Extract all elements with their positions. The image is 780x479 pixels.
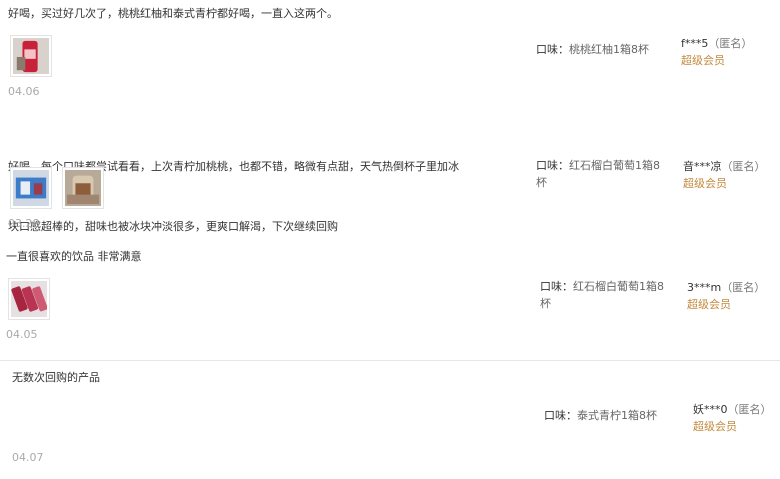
spec-label: 口味： — [536, 159, 569, 172]
product-spec: 口味：泰式青柠1箱8杯 — [544, 407, 684, 424]
review-date: 04.07 — [12, 451, 44, 464]
product-spec: 口味：桃桃红柚1箱8杯 — [536, 41, 676, 58]
spec-value: 泰式青柠1箱8杯 — [577, 409, 657, 422]
spec-value: 桃桃红柚1箱8杯 — [569, 43, 649, 56]
spec-label: 口味： — [536, 43, 569, 56]
anonymous-tag: （匿名） — [721, 160, 766, 173]
review-text: 无数次回购的产品 — [12, 371, 100, 384]
reviewer-info: 音***凉（匿名） 超级会员 — [683, 158, 766, 192]
member-level-badge: 超级会员 — [683, 177, 727, 190]
anonymous-tag: （匿名） — [727, 403, 772, 416]
anonymous-tag: （匿名） — [708, 37, 753, 50]
reviewer-name: 3***m — [687, 281, 722, 294]
review-list: 好喝，买过好几次了，桃桃红柚和泰式青柠都好喝，一直入这两个。 04.06 口味：… — [0, 0, 780, 479]
spec-label: 口味： — [544, 409, 577, 422]
product-spec: 口味：红石榴白葡萄1箱8 杯 — [540, 278, 680, 312]
reviewer-info: 妖***0（匿名） 超级会员 — [693, 401, 772, 435]
review-date: 04.06 — [8, 85, 40, 98]
spec-value: 杯 — [536, 176, 547, 189]
review-text-line: 块口感超棒的，甜味也被冰块冲淡很多，更爽口解渴，下次继续回购 — [8, 220, 338, 233]
review-text: 好喝，买过好几次了，桃桃红柚和泰式青柠都好喝，一直入这两个。 — [8, 7, 338, 20]
reviewer-name: f***5 — [681, 37, 709, 50]
member-level-badge: 超级会员 — [681, 54, 725, 67]
reviewer-name: 妖***0 — [693, 403, 728, 416]
review-photo-thumbnail[interactable] — [8, 278, 50, 320]
review-date: 03.28 — [8, 217, 40, 230]
spec-value: 红石榴白葡萄1箱8 — [573, 280, 664, 293]
review-photos — [10, 167, 104, 209]
spec-value: 杯 — [540, 297, 551, 310]
member-level-badge: 超级会员 — [693, 420, 737, 433]
spec-value: 红石榴白葡萄1箱8 — [569, 159, 660, 172]
review-photos — [10, 35, 52, 77]
divider — [0, 360, 780, 361]
anonymous-tag: （匿名） — [721, 281, 766, 294]
review-photos — [8, 278, 50, 320]
review-photo-thumbnail[interactable] — [10, 167, 52, 209]
review-text: 一直很喜欢的饮品 非常满意 — [6, 250, 142, 263]
review-photo-thumbnail[interactable] — [62, 167, 104, 209]
reviewer-name: 音***凉 — [683, 160, 722, 173]
review-photo-thumbnail[interactable] — [10, 35, 52, 77]
reviewer-info: f***5（匿名） 超级会员 — [681, 35, 752, 69]
reviewer-info: 3***m（匿名） 超级会员 — [687, 279, 765, 313]
spec-label: 口味： — [540, 280, 573, 293]
review-date: 04.05 — [6, 328, 38, 341]
member-level-badge: 超级会员 — [687, 298, 731, 311]
product-spec: 口味：红石榴白葡萄1箱8 杯 — [536, 157, 676, 191]
